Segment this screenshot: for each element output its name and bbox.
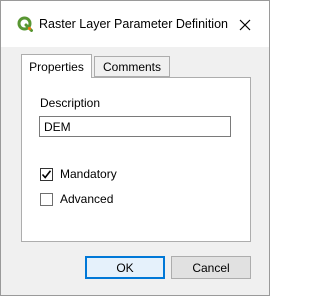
close-icon <box>239 19 251 31</box>
tab-comments[interactable]: Comments <box>94 56 170 77</box>
checkmark-icon <box>41 169 52 179</box>
advanced-checkbox[interactable] <box>40 192 53 206</box>
ok-button[interactable]: OK <box>85 256 165 279</box>
description-input[interactable]: DEM <box>39 116 231 137</box>
tab-bar: Properties Comments <box>21 54 261 78</box>
mandatory-checkbox[interactable] <box>40 167 53 181</box>
ok-button-label: OK <box>116 260 134 275</box>
advanced-label: Advanced <box>60 192 114 206</box>
dialog-window: Raster Layer Parameter Definition Proper… <box>0 0 270 296</box>
properties-panel: Description DEM Mandatory Advanced <box>21 77 251 242</box>
cancel-button-label: Cancel <box>192 260 230 275</box>
title-bar: Raster Layer Parameter Definition <box>1 1 269 47</box>
tab-properties-label: Properties <box>29 59 84 74</box>
description-value: DEM <box>44 119 71 134</box>
tab-comments-label: Comments <box>102 59 161 74</box>
mandatory-label: Mandatory <box>60 167 117 181</box>
description-label: Description <box>40 96 101 110</box>
window-title: Raster Layer Parameter Definition <box>39 17 228 31</box>
tab-properties[interactable]: Properties <box>21 54 92 78</box>
close-button[interactable] <box>235 15 255 35</box>
cancel-button[interactable]: Cancel <box>171 256 251 279</box>
advanced-row[interactable]: Advanced <box>40 191 113 207</box>
qgis-icon <box>17 16 33 32</box>
mandatory-row[interactable]: Mandatory <box>40 166 117 182</box>
